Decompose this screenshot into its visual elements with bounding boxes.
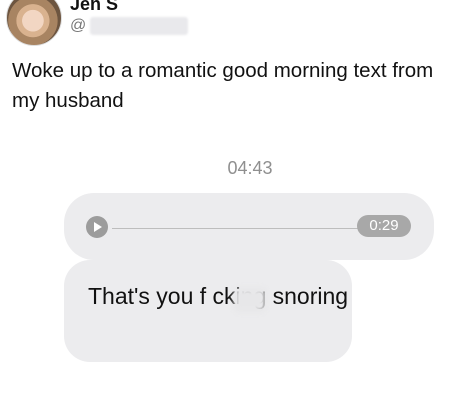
voice-progress-track[interactable] [112,228,360,229]
author-name[interactable]: Jen S [70,0,118,15]
censor-blur [234,288,266,312]
avatar[interactable] [6,0,62,46]
message-text: That's you f cking snoring [88,280,348,312]
text-message-bubble[interactable]: That's you f cking snoring [64,260,352,362]
message-timestamp: 04:43 [227,158,273,178]
play-icon[interactable] [86,216,108,238]
handle-redaction [90,17,188,35]
voice-message-bubble[interactable]: 0:29 [64,193,434,260]
post-text: Woke up to a romantic good morning text … [12,59,434,112]
author-handle[interactable]: @ [70,17,86,35]
voice-duration-badge: 0:29 [357,215,411,237]
message-text-content: That's you f cking snoring [88,283,349,309]
post-header: Jen S @ [0,0,460,50]
